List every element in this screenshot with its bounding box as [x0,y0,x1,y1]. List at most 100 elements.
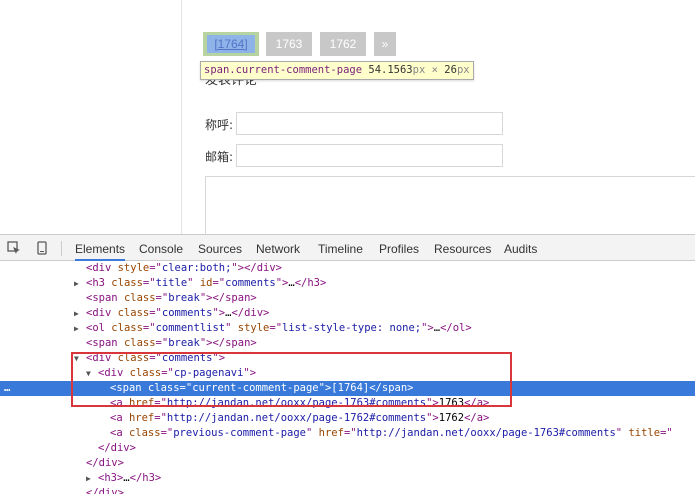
tooltip-unit-w: px [412,64,426,76]
markup-tag: =" [160,427,174,439]
markup-attr: class [129,367,162,379]
markup-tag: <div [86,307,118,319]
expand-triangle-icon[interactable]: ▶ [74,276,82,291]
markup-tag: =" [149,262,162,274]
markup-tag: "> [426,412,439,424]
inspect-tooltip: span.current-comment-page 54.1563px × 26… [200,61,474,80]
page-viewport: [1764] 1763 1762 » 发表评论 span.current-com… [0,0,695,234]
dom-node-markup: <ol class="commentlist" style="list-styl… [86,321,472,336]
dom-row-selected[interactable]: … <span class="current-comment-page">[176… [0,381,695,396]
tab-timeline[interactable]: Timeline [318,235,363,261]
markup-tag: " [187,277,200,289]
dom-node-markup: <a href="http://jandan.net/ooxx/page-176… [110,411,489,426]
markup-tag: </div> [98,442,136,454]
dom-row[interactable]: <a class="previous-comment-page" href="h… [0,426,695,441]
nickname-input[interactable] [236,112,503,135]
inspect-element-icon[interactable] [7,241,21,255]
markup-val: break [168,292,200,304]
dom-row[interactable]: <span class="break"></span> [0,291,695,306]
expand-triangle-icon[interactable]: ▶ [74,321,82,336]
markup-attr: style [117,262,150,274]
dom-row[interactable]: <span class="break"></span> [0,336,695,351]
tab-elements[interactable]: Elements [75,235,126,261]
tab-sources[interactable]: Sources [198,235,242,261]
dom-row[interactable]: <div style="clear:both;"></div> [0,261,695,276]
collapse-triangle-icon[interactable]: ▼ [86,366,94,381]
dom-node-markup: </div> [98,441,136,456]
expand-triangle-icon[interactable]: ▶ [86,471,94,486]
comment-textarea[interactable] [205,176,695,234]
markup-tag: "> [212,307,226,319]
dom-row[interactable]: <a href="http://jandan.net/ooxx/page-176… [0,411,695,426]
markup-tag: =" [155,337,169,349]
markup-tag: " [615,427,629,439]
tab-console[interactable]: Console [139,235,183,261]
markup-tag: <div [86,262,118,274]
markup-val: cp-pagenavi [173,367,244,379]
email-input[interactable] [236,144,503,167]
collapse-triangle-icon[interactable]: ▼ [74,351,82,366]
markup-tag: " [225,322,238,334]
dom-node-markup: <div class="comments"> [86,351,225,366]
markup-tag: =" [155,292,169,304]
dom-tree: <div style="clear:both;"></div> ▶ <h3 clas… [0,261,695,494]
expand-triangle-icon[interactable]: ▶ [74,306,82,321]
markup-tag: "></span> [199,337,257,349]
tab-resources[interactable]: Resources [434,235,491,261]
markup-attr: style [237,322,270,334]
markup-tag: =" [161,367,174,379]
dom-node-markup: <span class="current-comment-page">[1764… [110,381,414,396]
pager-current-page: [1764] [203,32,259,56]
markup-tag: " [306,427,319,439]
markup-tag: </div> [231,307,270,319]
dom-node-markup: </div> [86,456,124,471]
tab-network[interactable]: Network [256,235,300,261]
markup-attr: class [117,307,150,319]
markup-tag: =" [154,412,167,424]
dom-row[interactable]: </div> [0,441,695,456]
markup-attr: title [628,427,661,439]
markup-tag: =" [343,427,357,439]
tab-profiles[interactable]: Profiles [379,235,419,261]
markup-val: current-comment-page [192,382,319,394]
pager-link-1762[interactable]: 1762 [320,32,366,56]
markup-val: title [155,277,188,289]
dom-row[interactable]: ▶ <ol class="commentlist" style="list-sty… [0,321,695,336]
markup-tag: </h3> [294,277,327,289]
markup-tag: <span [86,337,124,349]
content-divider [181,0,182,234]
nickname-label: 称呼: [205,118,234,132]
dom-node-markup: </div> [86,486,124,494]
tooltip-times: × [431,64,438,76]
dom-node-markup: <h3>…</h3> [98,471,161,486]
dom-node-markup: <a href="http://jandan.net/ooxx/page-176… [110,396,489,411]
dom-row[interactable]: <a href="http://jandan.net/ooxx/page-176… [0,396,695,411]
dom-node-markup: <span class="break"></span> [86,336,257,351]
markup-attr: class [111,322,143,334]
markup-tag: <h3 [86,277,112,289]
toolbar-divider [61,241,62,256]
markup-tag: =" [149,352,162,364]
tab-audits[interactable]: Audits [504,235,537,261]
device-mode-icon[interactable] [35,241,49,255]
pager-current-label: [1764] [207,35,255,53]
dom-row[interactable]: ▼ <div class="cp-pagenavi"> [0,366,695,381]
markup-tag: "> [212,352,226,364]
dom-row[interactable]: </div> [0,456,695,471]
row-menu-dots[interactable]: … [4,381,11,396]
dom-row[interactable]: ▶ <h3 class="title" id="comments">…</h3> [0,276,695,291]
markup-attr: class [123,337,156,349]
markup-tag: <span [110,382,148,394]
markup-tag: <ol [86,322,112,334]
dom-row[interactable]: </div> [0,486,695,494]
dom-row[interactable]: ▶ <h3>…</h3> [0,471,695,486]
dom-row[interactable]: ▶ <div class="comments">…</div> [0,306,695,321]
markup-tag: <a [110,412,129,424]
markup-val: break [168,337,200,349]
markup-val: comments [161,307,213,319]
markup-tag: </ol> [440,322,472,334]
pager-link-1763[interactable]: 1763 [266,32,312,56]
dom-row[interactable]: ▼ <div class="comments"> [0,351,695,366]
markup-val: commentlist [155,322,226,334]
pager-next-button[interactable]: » [374,32,396,56]
